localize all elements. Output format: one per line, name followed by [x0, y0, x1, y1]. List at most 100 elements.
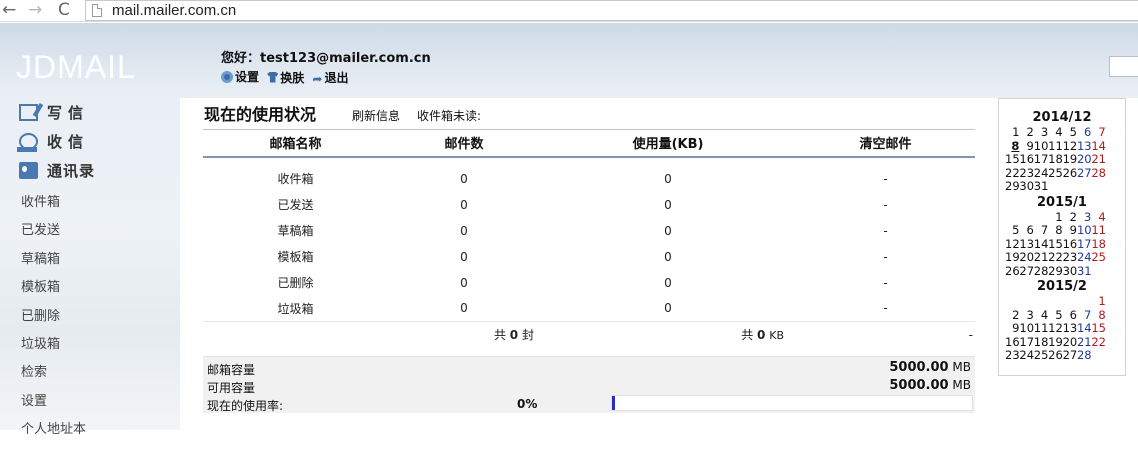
- calendar-day[interactable]: 16: [1019, 152, 1034, 167]
- calendar-day[interactable]: 3: [1077, 210, 1091, 225]
- calendar-day[interactable]: 30: [1063, 264, 1078, 279]
- calendar-day[interactable]: 17: [1019, 335, 1034, 350]
- sidebar-item-deleted[interactable]: 已删除: [21, 305, 60, 324]
- calendar-day[interactable]: 12: [1005, 237, 1020, 252]
- calendar-day[interactable]: 2: [1005, 308, 1019, 323]
- calendar-day[interactable]: 28: [1077, 348, 1092, 363]
- refresh-link[interactable]: 刷新信息: [352, 107, 400, 124]
- calendar-day[interactable]: 4: [1034, 308, 1048, 323]
- calendar-day[interactable]: 22: [1048, 250, 1063, 265]
- calendar-day[interactable]: 8: [1005, 139, 1019, 154]
- calendar-day[interactable]: 26: [1048, 348, 1063, 363]
- settings-link[interactable]: 设置: [221, 68, 259, 85]
- calendar-day[interactable]: 11: [1091, 223, 1106, 238]
- back-button[interactable]: ←: [2, 1, 16, 19]
- sidebar-item-contacts[interactable]: 通讯录: [19, 159, 95, 181]
- calendar-day[interactable]: 18: [1091, 237, 1106, 252]
- calendar-day[interactable]: 5: [1048, 308, 1062, 323]
- calendar-day[interactable]: 24: [1019, 348, 1034, 363]
- sidebar-item-drafts[interactable]: 草稿箱: [21, 248, 60, 267]
- sidebar-item-address-book[interactable]: 个人地址本: [21, 418, 86, 437]
- calendar-day[interactable]: 15: [1048, 237, 1063, 252]
- calendar-day[interactable]: 23: [1019, 166, 1034, 181]
- calendar-day[interactable]: 18: [1034, 335, 1049, 350]
- calendar-day[interactable]: 11: [1034, 321, 1049, 336]
- calendar-day[interactable]: 3: [1034, 125, 1048, 140]
- sidebar-item-templates[interactable]: 模板箱: [21, 276, 60, 295]
- calendar-day[interactable]: 12: [1048, 321, 1063, 336]
- calendar-day[interactable]: 5: [1063, 125, 1077, 140]
- calendar-day[interactable]: 6: [1019, 223, 1033, 238]
- calendar-day[interactable]: 18: [1048, 152, 1063, 167]
- calendar-day[interactable]: 3: [1019, 308, 1033, 323]
- calendar-day[interactable]: 9: [1005, 321, 1019, 336]
- mailbox-name[interactable]: 草稿箱: [203, 218, 388, 244]
- calendar-day[interactable]: 9: [1063, 223, 1077, 238]
- calendar-day[interactable]: 12: [1063, 139, 1078, 154]
- calendar-day[interactable]: 22: [1091, 335, 1106, 350]
- calendar-day[interactable]: 13: [1019, 237, 1034, 252]
- calendar-day[interactable]: 19: [1048, 335, 1063, 350]
- calendar-day[interactable]: 24: [1034, 166, 1049, 181]
- calendar-day[interactable]: 20: [1077, 152, 1092, 167]
- calendar-day[interactable]: 24: [1077, 250, 1092, 265]
- calendar-day[interactable]: 4: [1048, 125, 1062, 140]
- calendar-day[interactable]: 25: [1048, 166, 1063, 181]
- calendar-day[interactable]: 11: [1048, 139, 1063, 154]
- calendar-day[interactable]: 6: [1063, 308, 1077, 323]
- calendar-day[interactable]: 17: [1077, 237, 1092, 252]
- forward-button[interactable]: →: [28, 1, 42, 19]
- calendar-day[interactable]: 15: [1005, 152, 1020, 167]
- calendar-day[interactable]: 29: [1005, 179, 1020, 194]
- calendar-day[interactable]: 10: [1034, 139, 1049, 154]
- skin-link[interactable]: 换肤: [267, 69, 304, 86]
- calendar-day[interactable]: 19: [1063, 152, 1078, 167]
- calendar-day[interactable]: 26: [1063, 166, 1078, 181]
- calendar-day[interactable]: 27: [1019, 264, 1034, 279]
- sidebar-item-inbox[interactable]: 收件箱: [21, 191, 60, 210]
- calendar-day[interactable]: 7: [1091, 125, 1105, 140]
- mailbox-name[interactable]: 垃圾箱: [203, 295, 388, 322]
- calendar-day[interactable]: 14: [1077, 321, 1092, 336]
- sidebar-item-compose[interactable]: 写信: [19, 101, 89, 123]
- sidebar-item-settings[interactable]: 设置: [21, 390, 47, 409]
- calendar-day[interactable]: 14: [1091, 139, 1106, 154]
- calendar-day[interactable]: 2: [1019, 125, 1033, 140]
- calendar-day[interactable]: 8: [1091, 308, 1105, 323]
- calendar-day[interactable]: 6: [1077, 125, 1091, 140]
- calendar-day[interactable]: 1: [1091, 294, 1105, 309]
- calendar-day[interactable]: 27: [1077, 166, 1092, 181]
- reload-button[interactable]: C: [58, 1, 70, 19]
- calendar-day[interactable]: 10: [1019, 321, 1034, 336]
- address-bar[interactable]: mail.mailer.com.cn: [85, 0, 1138, 21]
- calendar-day[interactable]: 2: [1063, 210, 1077, 225]
- sidebar-item-sent[interactable]: 已发送: [21, 219, 60, 238]
- search-input[interactable]: [1109, 56, 1138, 77]
- calendar-day[interactable]: 22: [1005, 166, 1020, 181]
- url-text[interactable]: mail.mailer.com.cn: [112, 1, 236, 20]
- calendar-day[interactable]: 25: [1034, 348, 1049, 363]
- calendar-day[interactable]: 17: [1034, 152, 1049, 167]
- calendar-day[interactable]: 28: [1034, 264, 1049, 279]
- calendar-day[interactable]: 21: [1091, 152, 1106, 167]
- mailbox-name[interactable]: 已发送: [203, 191, 388, 218]
- calendar-day[interactable]: 20: [1019, 250, 1034, 265]
- calendar-day[interactable]: 19: [1005, 250, 1020, 265]
- calendar-day[interactable]: 13: [1063, 321, 1078, 336]
- calendar-day[interactable]: 8: [1048, 223, 1062, 238]
- calendar-day[interactable]: 25: [1091, 250, 1106, 265]
- sidebar-item-receive[interactable]: 收信: [17, 130, 89, 152]
- calendar-day[interactable]: 7: [1034, 223, 1048, 238]
- logout-link[interactable]: ➦ 退出: [312, 69, 348, 86]
- calendar-day[interactable]: 31: [1034, 179, 1049, 194]
- calendar-day[interactable]: 26: [1005, 264, 1020, 279]
- sidebar-item-spam[interactable]: 垃圾箱: [21, 333, 60, 352]
- calendar-day[interactable]: 23: [1005, 348, 1020, 363]
- calendar-day[interactable]: 7: [1077, 308, 1091, 323]
- calendar-day[interactable]: 5: [1005, 223, 1019, 238]
- mailbox-name[interactable]: 已删除: [203, 270, 388, 296]
- calendar-day[interactable]: 16: [1063, 237, 1078, 252]
- calendar-day[interactable]: 1: [1048, 210, 1062, 225]
- calendar-day[interactable]: 10: [1077, 223, 1092, 238]
- calendar-day[interactable]: 9: [1019, 139, 1033, 154]
